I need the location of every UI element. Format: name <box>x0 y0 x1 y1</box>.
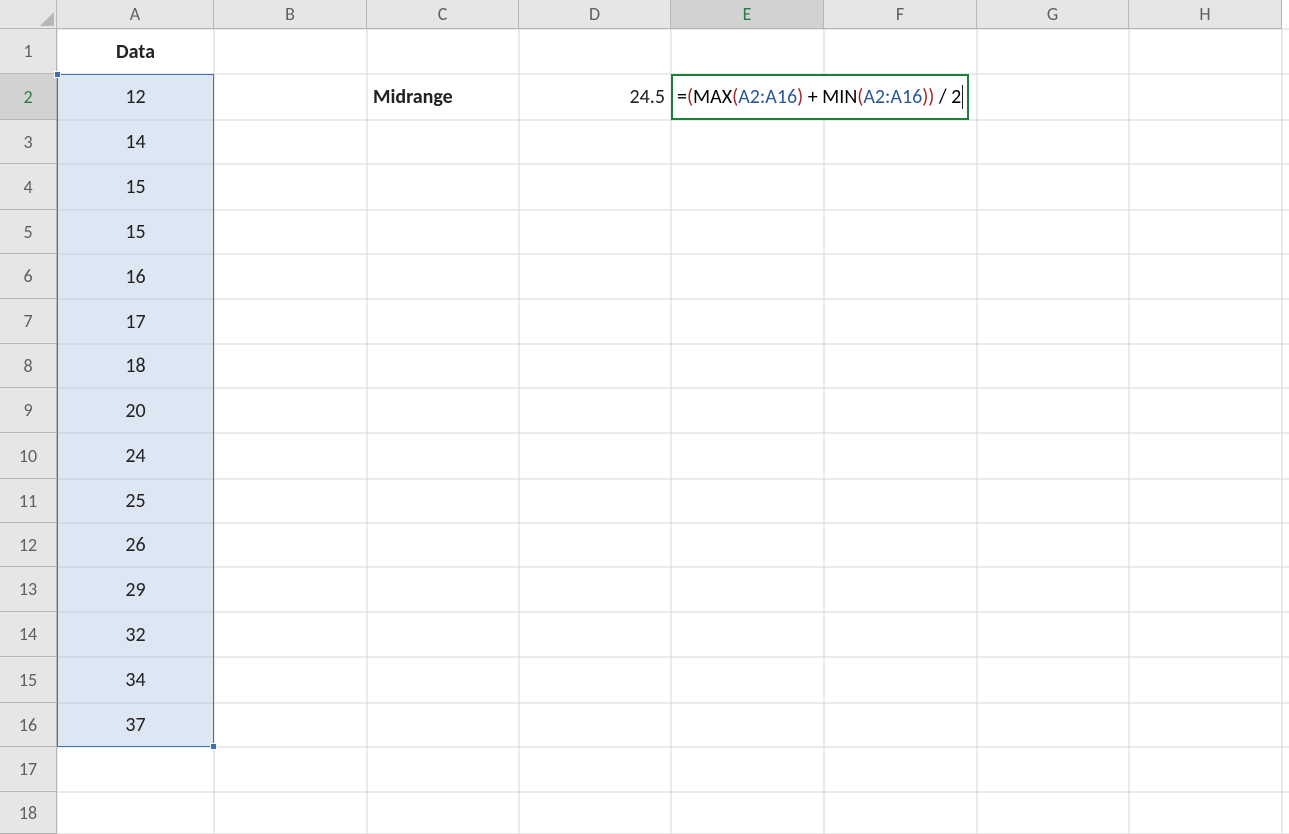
row-header-16[interactable]: 16 <box>0 703 57 747</box>
row-header-1[interactable]: 1 <box>0 29 57 74</box>
row-header-12[interactable]: 12 <box>0 523 57 567</box>
cell-A15[interactable]: 34 <box>57 657 214 703</box>
select-all-triangle-icon <box>40 12 54 26</box>
cell-A2[interactable]: 12 <box>57 74 214 120</box>
cell-A16[interactable]: 37 <box>57 703 214 747</box>
column-header-H[interactable]: H <box>1129 0 1282 29</box>
cell-A12[interactable]: 26 <box>57 523 214 567</box>
row-header-14[interactable]: 14 <box>0 612 57 657</box>
cell-A14[interactable]: 32 <box>57 612 214 657</box>
column-header-F[interactable]: F <box>824 0 977 29</box>
cell-A7[interactable]: 17 <box>57 299 214 344</box>
row-header-8[interactable]: 8 <box>0 344 57 388</box>
row-header-7[interactable]: 7 <box>0 299 57 344</box>
column-header-E[interactable]: E <box>671 0 824 29</box>
row-header-3[interactable]: 3 <box>0 120 57 164</box>
spreadsheet[interactable]: ABCDEFGH 123456789101112131415161718 Dat… <box>0 0 1289 834</box>
column-header-A[interactable]: A <box>57 0 214 29</box>
row-header-17[interactable]: 17 <box>0 747 57 792</box>
cell-D2[interactable]: 24.5 <box>519 74 671 120</box>
row-header-10[interactable]: 10 <box>0 433 57 479</box>
cell-A8[interactable]: 18 <box>57 344 214 388</box>
column-header-C[interactable]: C <box>367 0 519 29</box>
cell-A11[interactable]: 25 <box>57 479 214 523</box>
row-header-9[interactable]: 9 <box>0 388 57 433</box>
row-header-15[interactable]: 15 <box>0 657 57 703</box>
row-header-11[interactable]: 11 <box>0 479 57 523</box>
cell-C2[interactable]: Midrange <box>367 74 519 120</box>
cell-A1[interactable]: Data <box>57 29 214 74</box>
row-header-18[interactable]: 18 <box>0 792 57 834</box>
column-header-G[interactable]: G <box>977 0 1129 29</box>
text-caret <box>962 85 963 109</box>
row-header-5[interactable]: 5 <box>0 210 57 254</box>
row-header-4[interactable]: 4 <box>0 164 57 210</box>
cell-A5[interactable]: 15 <box>57 210 214 254</box>
row-header-6[interactable]: 6 <box>0 254 57 299</box>
formula-text: =(MAX(A2:A16) + MIN(A2:A16)) / 2 <box>677 85 961 109</box>
row-header-13[interactable]: 13 <box>0 567 57 612</box>
column-header-D[interactable]: D <box>519 0 671 29</box>
cell-A6[interactable]: 16 <box>57 254 214 299</box>
select-all-corner[interactable] <box>0 0 57 29</box>
cell-A4[interactable]: 15 <box>57 164 214 210</box>
cell-editor[interactable]: =(MAX(A2:A16) + MIN(A2:A16)) / 2 <box>671 74 969 120</box>
cell-A3[interactable]: 14 <box>57 120 214 164</box>
column-header-B[interactable]: B <box>214 0 367 29</box>
row-header-2[interactable]: 2 <box>0 74 57 120</box>
cell-A13[interactable]: 29 <box>57 567 214 612</box>
cell-A10[interactable]: 24 <box>57 433 214 479</box>
cell-A9[interactable]: 20 <box>57 388 214 433</box>
